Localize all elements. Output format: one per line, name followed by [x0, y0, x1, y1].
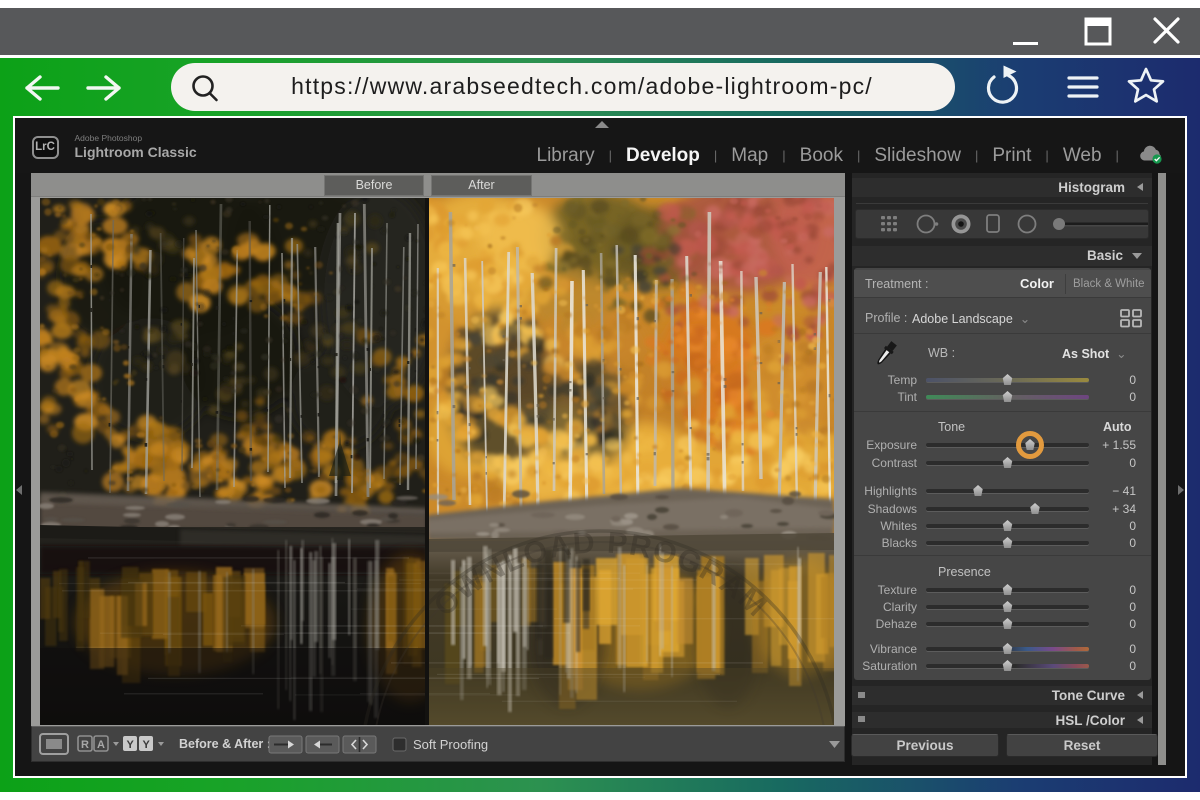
svg-text:Before & After :: Before & After : — [179, 737, 271, 751]
svg-text:Soft Proofing: Soft Proofing — [413, 737, 488, 752]
svg-text:Y: Y — [143, 739, 151, 751]
svg-text:https://www.arabseedtech.com/a: https://www.arabseedtech.com/adobe-light… — [291, 73, 873, 99]
svg-text:A: A — [97, 739, 105, 751]
svg-text:Y: Y — [127, 739, 135, 751]
svg-text:R: R — [81, 739, 89, 751]
